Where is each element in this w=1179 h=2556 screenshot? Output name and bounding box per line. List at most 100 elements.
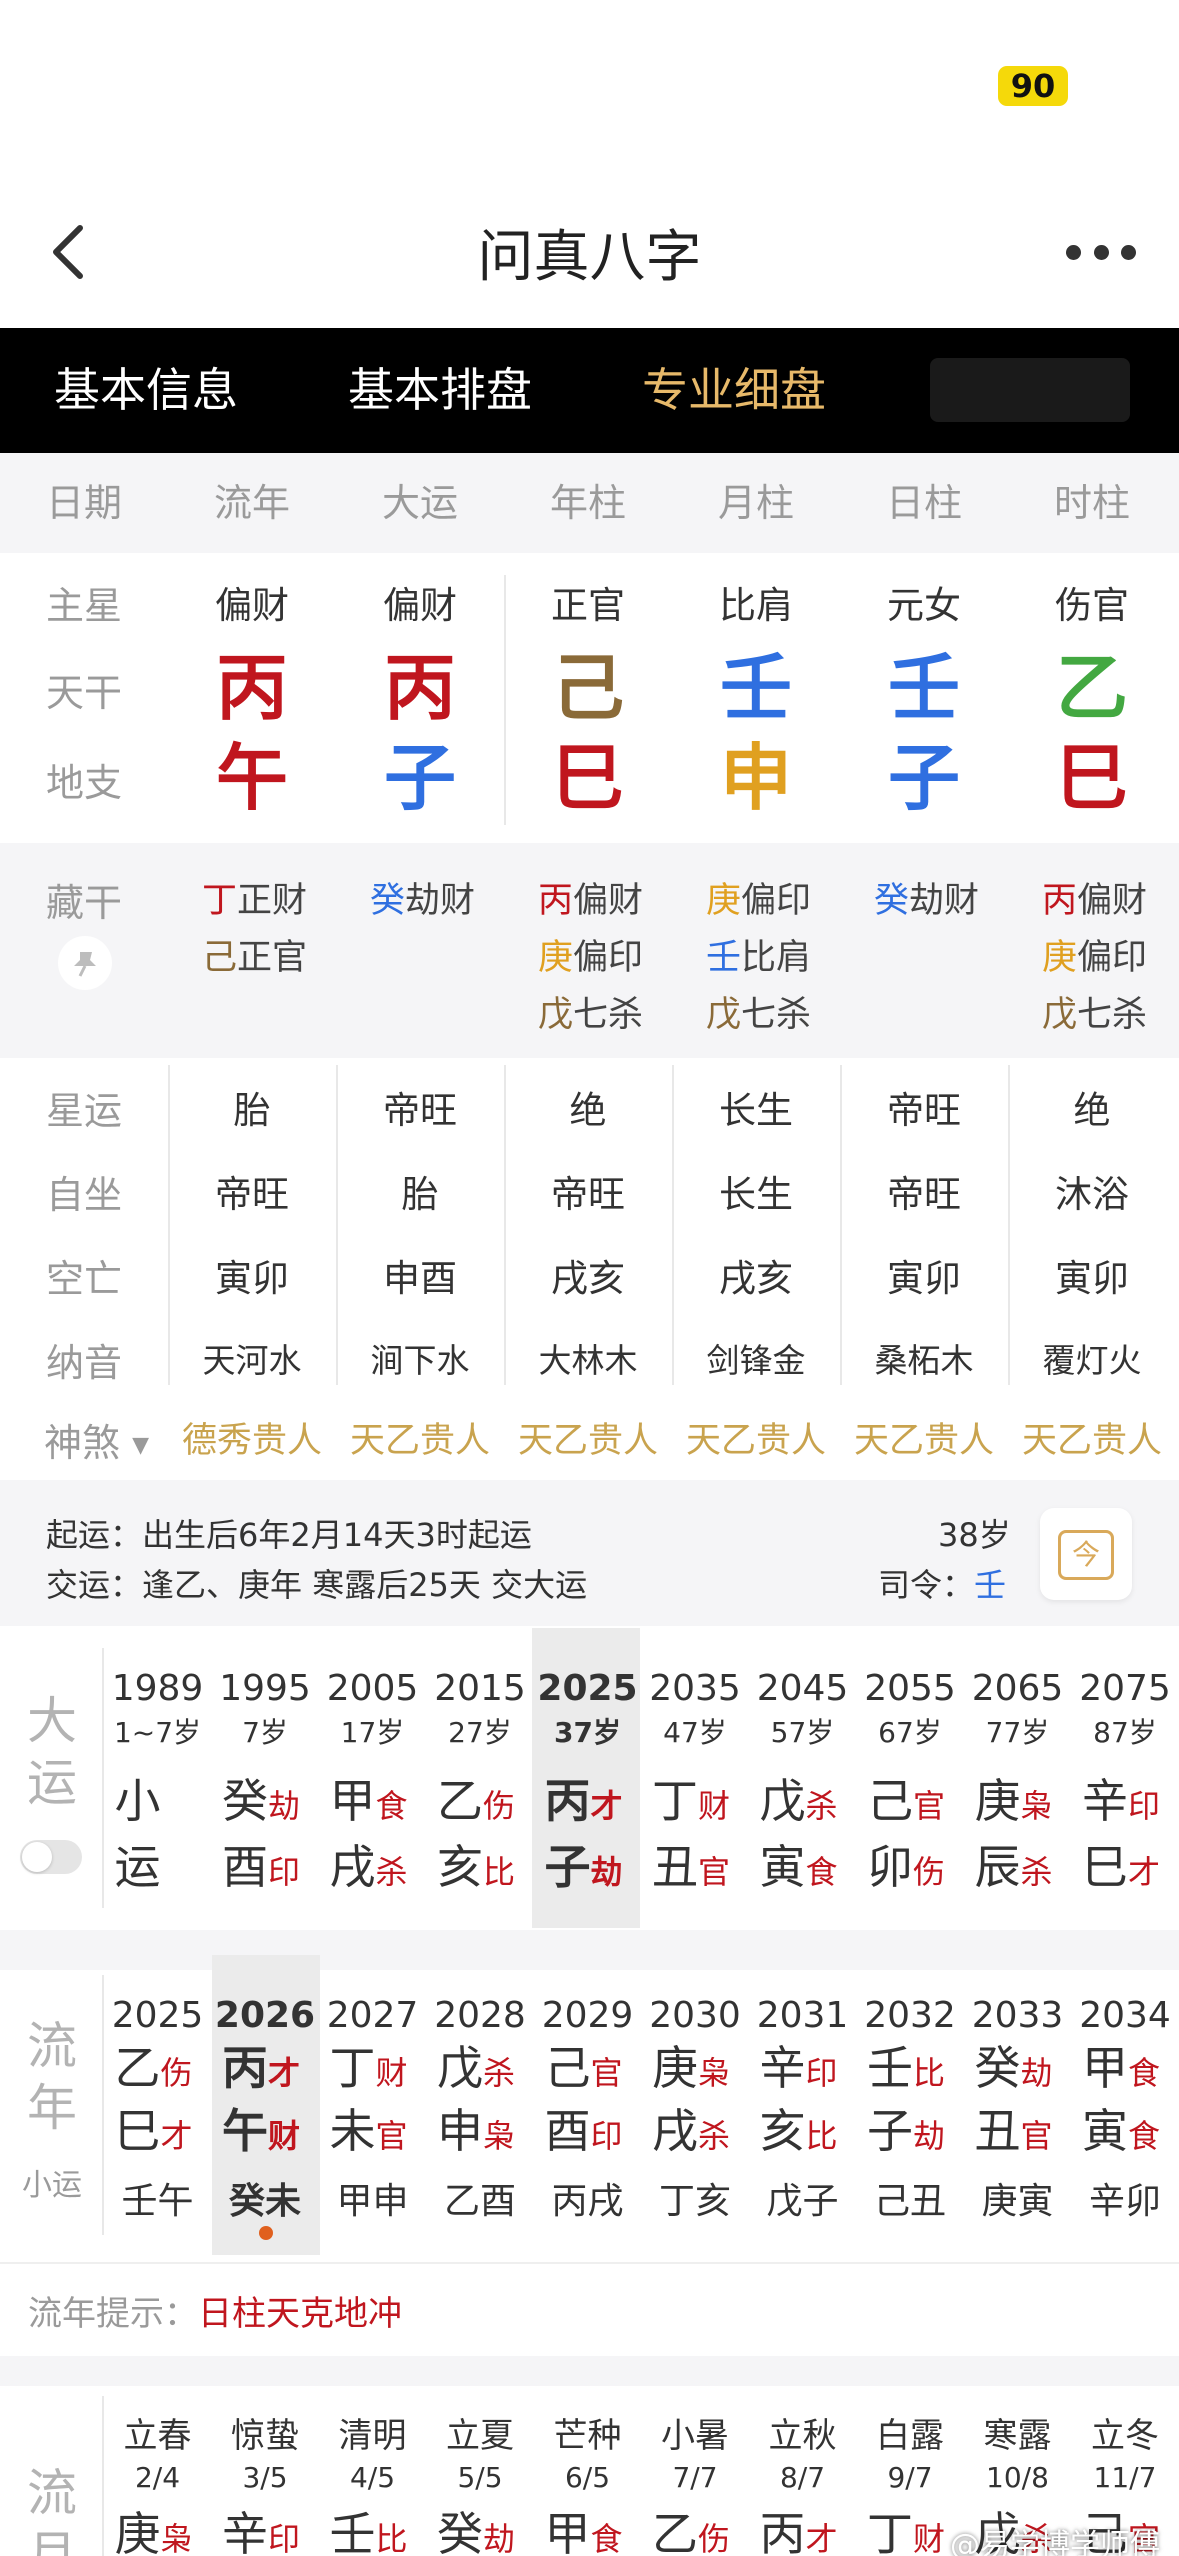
dizhi-char[interactable]: 子 [840,738,1008,818]
liuyue-item[interactable]: 芒种 6/5 甲食 [534,2408,641,2556]
jieqi-date: 5/5 [457,2461,503,2494]
jieqi-name: 立春 [123,2416,192,2456]
liuyue-item[interactable]: 立秋 8/7 丙才 [749,2408,856,2556]
pin-button[interactable] [58,936,112,990]
liunian-item[interactable]: 2029 己官 酉印 丙戌 [534,1995,641,2224]
dayun-gan-row: 丁财 [642,1765,749,1831]
tiangan-char[interactable]: 丙 [168,648,336,728]
dayun-gan-row: 辛印 [1072,1765,1179,1831]
canggan-entry: 戊七杀 [1042,986,1147,1037]
dizhi-char[interactable]: 巳 [504,738,672,818]
dayun-year: 2065 [971,1668,1064,1709]
liunian-zhi-row: 未官 [319,2105,426,2168]
liunian-zhi-tag: 比 [805,2117,838,2155]
liuyue-gan-tag: 印 [268,2520,301,2556]
shensha-cell[interactable]: 天乙贵人 [336,1412,504,1463]
liunian-gan: 戊 [437,2041,483,2095]
dayun-item[interactable]: 2045 57岁 戊杀 寅食 [749,1668,856,1897]
canggan-entry: 戊七杀 [538,986,643,1037]
tiangan-char[interactable]: 乙 [1008,648,1176,728]
divider [0,2262,1179,2264]
dayun-gan-tag: 印 [1128,1787,1161,1825]
row-label-canggan: 藏干 [45,881,122,925]
liunian-item[interactable]: 2028 戊杀 申枭 乙酉 [427,1995,534,2224]
shensha-cell[interactable]: 天乙贵人 [504,1412,672,1463]
dayun-gan-tag: 官 [913,1787,946,1825]
shensha-cell[interactable]: 天乙贵人 [672,1412,840,1463]
dayun-item[interactable]: 1995 7岁 癸劫 酉印 [212,1668,319,1897]
liuyue-item[interactable]: 立夏 5/5 癸劫 [427,2408,534,2556]
col-header-date: 日期 [45,481,122,525]
calendar-today-button[interactable]: 今 [1040,1508,1132,1600]
dayun-item[interactable]: 2015 27岁 乙伤 亥比 [427,1668,534,1897]
tab-basic-chart[interactable]: 基本排盘 [348,328,532,453]
liunian-item[interactable]: 2025 乙伤 巳才 壬午 [104,1995,211,2224]
liunian-zhi-tag: 官 [375,2117,408,2155]
dayun-year: 2015 [434,1668,526,1709]
col-header-hour: 时柱 [1053,481,1130,525]
tiangan-char[interactable]: 壬 [672,648,840,728]
liuyue-item[interactable]: 白露 9/7 丁财 [857,2408,964,2556]
dayun-year: 1989 [111,1668,204,1709]
tab-basic-info[interactable]: 基本信息 [54,328,238,453]
liunian-item[interactable]: 2026 丙才 午财 癸未 [212,1995,319,2224]
liuyue-gan: 癸 [437,2507,483,2556]
liunian-label-char: 年 [27,2079,77,2137]
dizhi-char[interactable]: 巳 [1008,738,1176,818]
liuyue-item[interactable]: 小暑 7/7 乙伤 [642,2408,749,2556]
liuyue-item[interactable]: 惊蛰 3/5 辛印 [212,2408,319,2556]
dayun-label-char: 运 [27,1754,77,1812]
xiaoyun-toggle[interactable] [20,1840,82,1874]
liunian-item[interactable]: 2033 癸劫 丑官 庚寅 [964,1995,1071,2224]
jieqi-name: 惊蛰 [231,2416,299,2456]
liuyue-gan-row: 庚枭 [104,2498,211,2556]
dayun-item[interactable]: 1989 1~7岁小运 [104,1668,211,1897]
shensha-cell[interactable]: 德秀贵人 [168,1412,336,1463]
liunian-gan: 辛 [759,2041,806,2095]
dizhi-char[interactable]: 申 [672,738,840,818]
liunian-gan: 丁 [329,2041,376,2095]
tiangan-char[interactable]: 己 [504,648,672,728]
qiyun-value: 出生后6年2月14天3时起运 [142,1516,532,1554]
dizhi-char[interactable]: 午 [168,738,336,818]
liunian-item[interactable]: 2030 庚枭 戌杀 丁亥 [642,1995,749,2224]
dayun-age: 27岁 [448,1716,512,1749]
liunian-item[interactable]: 2027 丁财 未官 甲申 [319,1995,426,2224]
liuyue-item[interactable]: 立春 2/4 庚枭 [104,2408,211,2556]
dayun-item[interactable]: 2005 17岁 甲食 戌杀 [319,1668,426,1897]
jieqi-date: 4/5 [349,2461,396,2494]
liunian-item[interactable]: 2031 辛印 亥比 戊子 [749,1995,856,2224]
jieqi-date: 8/7 [779,2461,826,2494]
dayun-zhi: 丑 [652,1840,698,1894]
tab-professional-chart[interactable]: 专业细盘 [642,328,826,453]
liunian-year: 2031 [756,1995,849,2036]
liunian-item[interactable]: 2034 甲食 寅食 辛卯 [1072,1995,1179,2224]
canggan-shishen: 七杀 [1077,995,1148,1035]
xingyun-cell: 绝 [569,1089,607,1132]
canggan-entry: 庚偏印 [538,929,643,980]
tiangan-char[interactable]: 丙 [336,648,504,728]
shensha-cell[interactable]: 天乙贵人 [840,1412,1008,1463]
col-header-dayun: 大运 [381,481,458,525]
more-options-button[interactable] [1066,240,1136,264]
jieqi-date: 2/4 [134,2461,181,2494]
shensha-cell[interactable]: 天乙贵人 [1008,1412,1176,1463]
dayun-item[interactable]: 2035 47岁 丁财 丑官 [642,1668,749,1897]
dayun-item[interactable]: 2065 77岁 庚枭 辰杀 [964,1668,1071,1897]
liuyue-item[interactable]: 清明 4/5 壬比 [319,2408,426,2556]
dayun-gan: 乙 [437,1774,483,1828]
tiangan-char[interactable]: 壬 [840,648,1008,728]
dayun-zhi-tag: 官 [698,1853,731,1891]
dayun-item[interactable]: 2055 67岁 己官 卯伤 [857,1668,964,1897]
dizhi-char[interactable]: 子 [336,738,504,818]
liunian-gan: 壬 [867,2041,913,2095]
dayun-zhi-row: 子劫 [534,1831,641,1897]
liunian-gan-row: 乙伤 [104,2042,211,2105]
liunian-zhi: 子 [867,2104,913,2158]
dayun-item[interactable]: 2075 87岁 辛印 巳才 [1072,1668,1179,1897]
shensha-toggle[interactable]: 神煞 ▼ [44,1412,149,1467]
calendar-icon: 今 [1058,1530,1114,1580]
canggan-gan: 庚 [538,938,574,978]
dayun-item[interactable]: 2025 37岁 丙才 子劫 [534,1668,641,1897]
liunian-item[interactable]: 2032 壬比 子劫 己丑 [857,1995,964,2224]
